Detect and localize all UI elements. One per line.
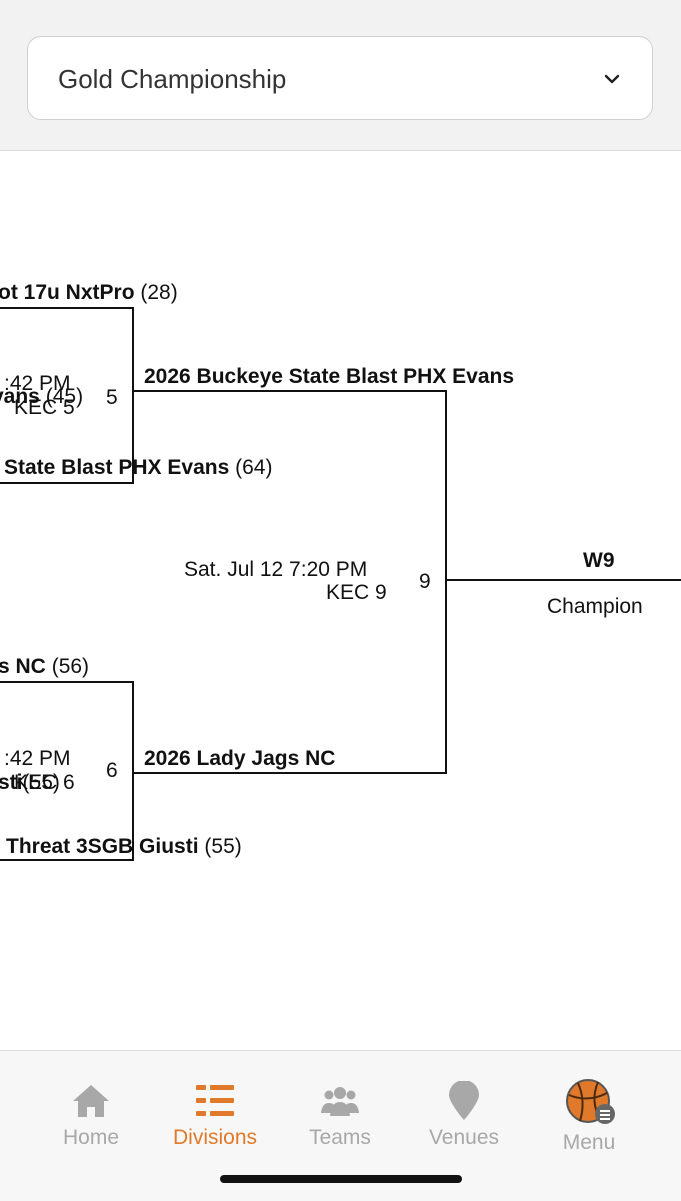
game6-number: 6 xyxy=(106,759,118,782)
bracket-view[interactable]: ot 17u NxtPro (28) :42 PM vans (45) KEC … xyxy=(0,150,681,1050)
game5-top-team[interactable]: ot 17u NxtPro (28) xyxy=(0,281,178,305)
nav-venues[interactable]: Venues xyxy=(396,1051,532,1171)
game9-top-line xyxy=(132,390,447,392)
game9-time: Sat. Jul 12 7:20 PM xyxy=(184,558,368,581)
game6-time: :42 PM xyxy=(4,747,71,770)
game9-top-team[interactable]: 2026 Buckeye State Blast PHX Evans xyxy=(144,365,514,389)
game6-connector xyxy=(132,681,134,861)
final-line xyxy=(445,579,681,581)
game5-bottom-line xyxy=(0,482,134,484)
venues-icon xyxy=(449,1081,479,1120)
game6-bottom-line xyxy=(0,859,134,861)
champion-label: Champion xyxy=(547,595,643,618)
home-icon xyxy=(73,1085,109,1117)
nav-menu[interactable]: Menu xyxy=(521,1051,657,1171)
game5-venue: KEC 5 xyxy=(14,396,75,419)
game9-venue: KEC 9 xyxy=(326,581,387,604)
nav-teams-label: Teams xyxy=(309,1126,371,1149)
game9-bottom-line xyxy=(132,772,447,774)
top-bar: Gold Championship xyxy=(0,0,681,151)
game9-number: 9 xyxy=(419,570,431,593)
nav-venues-label: Venues xyxy=(428,1126,500,1149)
game6-top-line xyxy=(0,681,134,683)
game5-number: 5 xyxy=(106,386,118,409)
nav-menu-label: Menu xyxy=(562,1131,616,1154)
nav-home-label: Home xyxy=(62,1126,120,1149)
nav-divisions-label: Divisions xyxy=(172,1126,258,1149)
game6-venue: KEC 6 xyxy=(14,771,75,794)
nav-divisions[interactable]: Divisions xyxy=(147,1051,283,1171)
game9-connector xyxy=(445,390,447,774)
nav-home[interactable]: Home xyxy=(23,1051,159,1171)
chevron-down-icon xyxy=(604,74,620,84)
home-indicator xyxy=(220,1175,462,1183)
game6-top-team[interactable]: s NC (56) xyxy=(0,655,89,679)
final-winner-label[interactable]: W9 xyxy=(583,549,615,573)
game5-top-line xyxy=(0,307,134,309)
division-select-value: Gold Championship xyxy=(58,64,287,94)
game6-bottom-team[interactable]: Threat 3SGB Giusti (55) xyxy=(6,835,242,859)
teams-icon xyxy=(321,1087,359,1116)
menu-icon xyxy=(566,1079,615,1124)
divisions-icon xyxy=(196,1085,234,1116)
game9-bottom-team[interactable]: 2026 Lady Jags NC xyxy=(144,747,335,771)
game5-bottom-team[interactable]: State Blast PHX Evans (64) xyxy=(4,456,272,480)
division-select[interactable]: Gold Championship xyxy=(27,36,653,120)
nav-teams[interactable]: Teams xyxy=(272,1051,408,1171)
